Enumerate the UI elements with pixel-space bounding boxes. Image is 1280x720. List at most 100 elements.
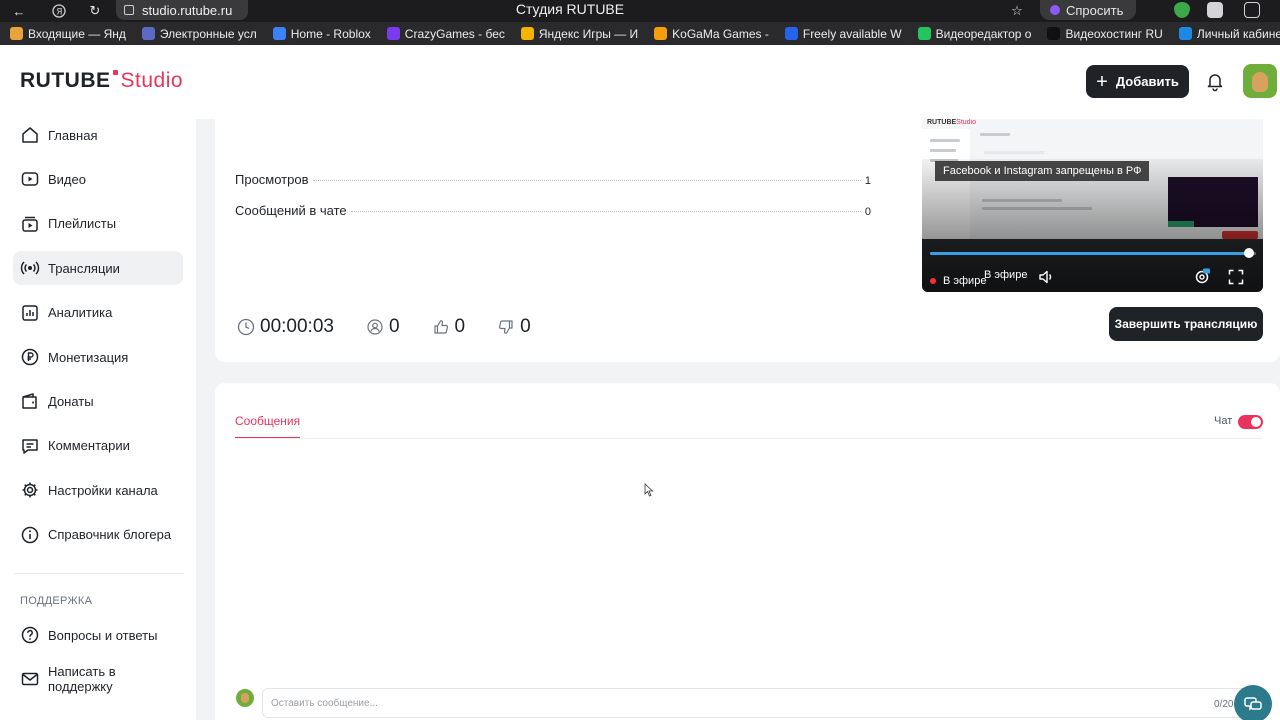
preview-banner: Facebook и Instagram запрещены в РФ [935,161,1150,181]
hand-icon [784,27,798,40]
sidebar-item-label: Комментарии [48,438,130,454]
address-bar[interactable]: studio.rutube.ru [116,0,248,20]
message-input[interactable] [262,688,1262,718]
metric-likes: 0 [432,316,466,338]
shield-icon[interactable] [1174,2,1190,18]
sidebar-item-analytics[interactable]: Аналитика [13,296,183,330]
sidebar-divider [14,573,184,574]
sidebar-item-ruble[interactable]: Монетизация [13,340,183,374]
metric-viewers: 0 [366,316,400,338]
analytics-icon [20,303,40,323]
avatar-face [1252,72,1268,92]
play-icon [917,27,931,40]
sidebar-item-envelope[interactable]: Написать в поддержку [13,662,183,696]
alice-icon [1050,5,1060,15]
sidebar-item-playlist[interactable]: Плейлисты [13,207,183,241]
bell-icon[interactable] [1204,70,1226,92]
envelope-icon [20,669,40,689]
add-button[interactable]: + Добавить [1086,65,1189,98]
sidebar-item-label: Трансляции [48,260,120,276]
gov-icon [141,27,155,40]
sidebar-item-label: Плейлисты [48,216,117,232]
bookmark-item[interactable]: Видеоредактор о [908,22,1038,45]
preview-mini-logo: RUTUBEStudio [927,119,977,126]
bookmark-item[interactable]: CrazyGames - бес [377,22,511,45]
stream-metrics: 00:00:03 0 0 0 [237,316,563,338]
bookmark-item[interactable]: Электронные усл [132,22,263,45]
home-icon [20,125,40,145]
sidebar-item-info[interactable]: Справочник блогера [13,518,183,552]
extension-icon[interactable] [1207,2,1223,18]
sidebar-item-label: Видео [48,171,86,187]
bookmark-item[interactable]: Home - Roblox [263,22,377,45]
wallet-icon [20,391,40,411]
chat-bubble-icon [1244,697,1262,711]
ask-button[interactable]: Спросить [1040,0,1136,20]
sidebar-item-gear[interactable]: Настройки канала [13,473,183,507]
broadcast-icon [20,258,40,278]
sidebar-item-home[interactable]: Главная [13,118,183,152]
bookmark-label: Входящие — Янд [28,26,126,41]
avatar[interactable] [1243,64,1277,98]
sidebar-item-question[interactable]: Вопросы и ответы [13,618,183,652]
bookmark-item[interactable]: Яндекс Игры — И [511,22,644,45]
stat-dots [350,211,861,212]
sidebar-item-label: Монетизация [48,349,129,365]
share-icon[interactable] [1244,2,1260,18]
likes-value: 0 [454,316,466,337]
sidebar-item-label: Справочник блогера [48,527,172,543]
progress-fill [930,252,1250,255]
mail-icon [10,27,23,40]
dislikes-value: 0 [520,316,531,337]
yandex-icon[interactable]: Я [50,2,68,20]
app-header: RUTUBE Studio + Добавить [0,45,1280,119]
bookmark-item[interactable]: Freely available W [775,22,908,45]
bookmark-label: Видеоредактор о [935,26,1032,41]
bookmark-label: Яндекс Игры — И [538,26,639,41]
stat-value: 1 [864,175,871,187]
fullscreen-icon[interactable] [1226,267,1246,287]
video-icon [20,169,40,189]
reload-icon[interactable]: ↻ [86,2,104,20]
live-indicator: В эфире [930,275,986,287]
sidebar-item-video[interactable]: Видео [13,162,183,196]
sidebar-item-label: Аналитика [48,305,113,321]
tab-messages[interactable]: Сообщения [235,414,301,438]
bookmark-icon[interactable]: ☆ [1008,2,1026,20]
chat-toggle-label: Чат [1214,415,1233,427]
plus-icon: + [1096,70,1108,93]
question-icon [20,625,40,645]
chat-toggle[interactable] [1238,415,1263,429]
sidebar-item-broadcast[interactable]: Трансляции [13,251,183,286]
bookmark-item[interactable]: Видеохостинг RU [1037,22,1168,45]
volume-icon[interactable] [1036,267,1056,287]
comment-icon [20,436,40,456]
end-stream-button[interactable]: Завершить трансляцию [1109,307,1263,341]
bookmark-label: Freely available W [802,26,902,41]
bookmark-label: CrazyGames - бес [404,26,505,41]
stream-preview-player[interactable]: RUTUBEStudio Facebook и Instagram запрещ… [922,119,1263,292]
help-chat-button[interactable] [1234,685,1272,720]
preview-mini-line [980,133,1010,136]
browser-toolbar: ← Я ↻ studio.rutube.ru Студия RUTUBE ☆ С… [0,0,1280,22]
sidebar-item-label: Вопросы и ответы [48,627,158,643]
rutube-studio-logo[interactable]: RUTUBE Studio [20,69,183,93]
avatar-face [241,693,249,703]
playlist-icon [20,214,40,234]
bookmark-label: KoGaMa Games - [672,26,769,41]
sidebar-item-comment[interactable]: Комментарии [13,429,183,463]
settings-icon[interactable] [1192,267,1212,287]
bookmark-label: Видеохостинг RU [1065,26,1163,41]
bookmark-item[interactable]: KoGaMa Games - [644,22,775,45]
toggle-knob [1251,417,1261,427]
bookmark-item[interactable]: Входящие — Янд [0,22,132,45]
back-arrow-icon[interactable]: ← [10,2,28,20]
mouse-cursor-icon [644,483,654,502]
bookmarks-bar: Входящие — Янд Электронные усл Home - Robl… [0,22,1280,45]
bookmark-item[interactable]: Личный кабинет [1169,22,1280,45]
ask-label: Спросить [1066,2,1124,18]
thumbs-down-icon [497,318,515,336]
lock-icon [124,5,134,15]
stat-dots [312,180,861,181]
sidebar-item-wallet[interactable]: Донаты [13,384,183,418]
